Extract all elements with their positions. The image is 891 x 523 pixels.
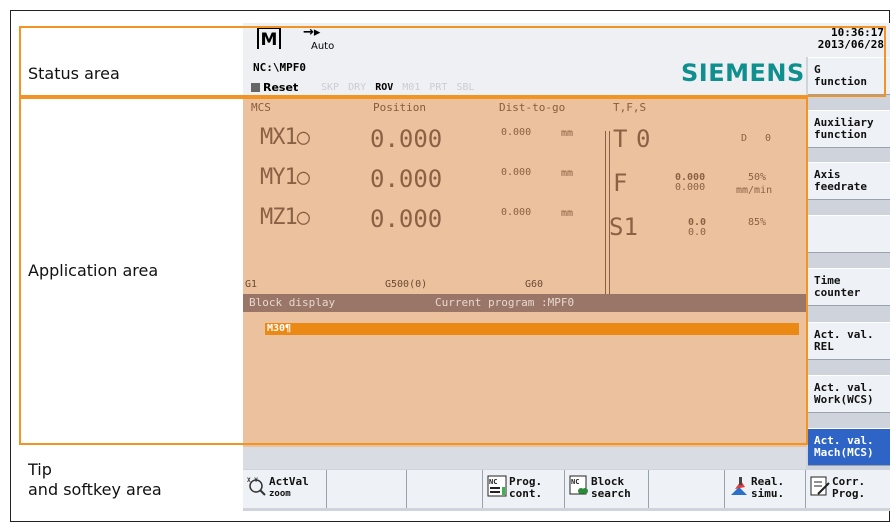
prog-label-2: cont. bbox=[509, 487, 543, 500]
act-val-rel-softkey[interactable]: Act. val. REL bbox=[808, 322, 890, 360]
act-mcs-label-2: Mach(MCS) bbox=[814, 446, 874, 459]
edit-program-icon bbox=[810, 476, 830, 496]
status-area-outline bbox=[19, 26, 886, 97]
corr-prog-label: Corr. Prog. bbox=[832, 476, 865, 500]
actval-label-2: zoom bbox=[269, 489, 291, 499]
actval-zoom-label: ActVal zoom bbox=[269, 476, 309, 500]
time-counter-softkey[interactable]: Time counter bbox=[808, 268, 890, 306]
empty-hkey-1[interactable] bbox=[327, 470, 407, 508]
empty-softkey[interactable] bbox=[808, 215, 890, 253]
real-simu-label: Real. simu. bbox=[751, 476, 784, 500]
prog-cont-softkey[interactable]: NC Prog. cont. bbox=[483, 470, 565, 508]
svg-text:X Y: X Y bbox=[247, 477, 258, 484]
nc-program-icon: NC bbox=[487, 475, 507, 497]
corr-prog-softkey[interactable]: Corr. Prog. bbox=[806, 470, 890, 508]
act-val-mcs-softkey[interactable]: Act. val. Mach(MCS) bbox=[808, 428, 890, 466]
corr-label-2: Prog. bbox=[832, 487, 866, 500]
real-simu-softkey[interactable]: Real. simu. bbox=[725, 470, 806, 508]
simulation-icon bbox=[731, 477, 747, 495]
actval-zoom-softkey[interactable]: X Y ActVal zoom bbox=[243, 470, 327, 508]
block-label-2: search bbox=[591, 487, 631, 500]
tip-bar bbox=[243, 447, 806, 469]
actval-label-1: ActVal bbox=[269, 475, 309, 488]
block-search-icon: NC bbox=[569, 475, 588, 495]
svg-text:NC: NC bbox=[571, 478, 579, 486]
aux-label-2: function bbox=[814, 128, 867, 141]
svg-text:NC: NC bbox=[489, 478, 497, 486]
tip-softkey-label-line1: Tip bbox=[28, 460, 52, 479]
prog-cont-label: Prog. cont. bbox=[509, 476, 542, 500]
application-area-outline bbox=[19, 97, 808, 445]
time-counter-label-2: counter bbox=[814, 286, 861, 299]
empty-hkey-2[interactable] bbox=[407, 470, 483, 508]
empty-hkey-3[interactable] bbox=[649, 470, 725, 508]
auxiliary-function-softkey[interactable]: Auxiliary function bbox=[808, 110, 890, 148]
zoom-icon: X Y bbox=[247, 477, 266, 496]
act-val-wcs-softkey[interactable]: Act. val. Work(WCS) bbox=[808, 375, 890, 413]
tip-softkey-label-line2: and softkey area bbox=[28, 480, 162, 499]
block-search-label: Block search bbox=[591, 476, 631, 500]
block-search-softkey[interactable]: NC Block search bbox=[565, 470, 649, 508]
axis-feedrate-softkey[interactable]: Axis feedrate bbox=[808, 162, 890, 200]
act-rel-label-2: REL bbox=[814, 340, 834, 353]
real-label-2: simu. bbox=[751, 487, 785, 500]
act-wcs-label-2: Work(WCS) bbox=[814, 393, 874, 406]
axis-feed-label-2: feedrate bbox=[814, 180, 867, 193]
